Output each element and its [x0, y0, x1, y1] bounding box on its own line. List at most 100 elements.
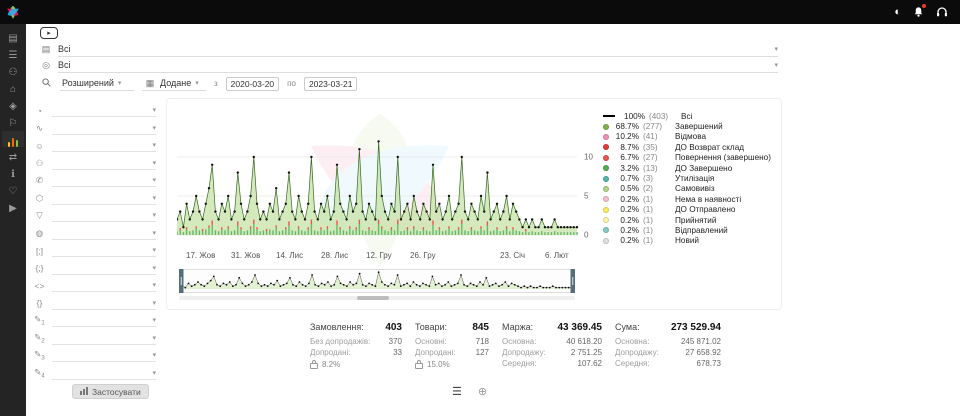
search-mode-select[interactable]: Розширений ▾	[60, 76, 134, 91]
nav-rail: ▤☰⚇⌂◈⚐ ⇄ℹ♡▶	[0, 24, 26, 416]
theme-toggle-icon[interactable]: ◐	[894, 7, 901, 18]
filter-select-geo[interactable]: ▾	[52, 227, 156, 240]
target-icon: ◎	[40, 60, 52, 71]
apply-button-label: Застосувати	[92, 387, 141, 397]
nav-statistics[interactable]	[2, 131, 24, 147]
nav-integrations[interactable]: ⇄	[2, 148, 24, 164]
chevron-down-icon: ▾	[152, 369, 156, 377]
pencil-4-icon: ✎4	[32, 367, 47, 380]
filter-select-phone[interactable]: ▾	[52, 174, 156, 187]
legend-item[interactable]: 0.5%(2)Самовивіз	[603, 184, 779, 194]
filter-select-code-c[interactable]: ▾	[52, 279, 156, 292]
package-icon: ⬡	[32, 193, 47, 204]
legend-swatch	[603, 165, 609, 171]
filter-bar: ▸ ▤ Всі ▾ ◎ Всі ▾ Розширений ▾ ▦ Додане …	[26, 24, 960, 98]
filter-select-manager[interactable]: ▾	[52, 139, 156, 152]
chevron-down-icon: ▾	[152, 281, 156, 289]
stat-row: Середня:678.73	[615, 358, 721, 369]
nav-marketing[interactable]: ⚐	[2, 114, 24, 130]
stat-row: Основна:245 871.02	[615, 336, 721, 347]
filter-select-note-4[interactable]: ▾	[52, 367, 156, 380]
legend-item[interactable]: 6.7%(27)Повернення (завершено)	[603, 153, 779, 163]
filter-select-note-2[interactable]: ▾	[52, 332, 156, 345]
stat-row: Основні:718	[415, 336, 489, 347]
status-filter-select[interactable]: Всі ▾	[58, 42, 778, 57]
legend-item[interactable]: 10.2%(41)Відмова	[603, 132, 779, 142]
legend-item[interactable]: 100%(403)Всі	[603, 111, 779, 121]
legend-swatch	[603, 207, 609, 213]
date-to-input[interactable]: 2023-03-21	[304, 77, 357, 91]
chart-scrollbar[interactable]	[179, 296, 575, 300]
list-view-icon[interactable]: ☰	[452, 385, 462, 398]
globe-icon[interactable]: ⊕	[478, 385, 487, 398]
legend-percent: 0.2%	[613, 216, 639, 225]
legend-item[interactable]: 0.2% (1) ДО Отправлено	[603, 205, 779, 215]
filter-select-note-3[interactable]: ▾	[52, 349, 156, 362]
app-logo[interactable]	[0, 0, 26, 24]
nav-dashboard[interactable]: ▤	[2, 29, 24, 45]
legend-item[interactable]: 0.2%(1)Нема в наявності	[603, 194, 779, 204]
legend-swatch	[603, 134, 609, 140]
topbar-actions: ◐	[894, 6, 960, 18]
chart-scrollbar-thumb[interactable]	[357, 296, 389, 300]
notifications-bell-icon[interactable]	[913, 6, 924, 18]
legend-swatch	[603, 124, 609, 130]
chart-legend: 100%(403)Всі68.7%(277)Завершений10.2%(41…	[603, 111, 779, 246]
legend-item[interactable]: 0.7%(3)Утилізація	[603, 173, 779, 183]
legend-item[interactable]: 0.2%(1)Прийнятий	[603, 215, 779, 225]
filter-select-code-b[interactable]: ▾	[52, 262, 156, 275]
filter-select-dynamics[interactable]: ▾	[52, 122, 156, 135]
chart-range-navigator[interactable]	[179, 269, 575, 293]
stat-row: Допродажу:2 751.25	[502, 347, 602, 358]
nav-products[interactable]: ◈	[2, 97, 24, 113]
stat-header: Маржа:43 369.45	[502, 322, 602, 333]
stat-row: Основна:40 618.20	[502, 336, 602, 347]
legend-label: Повернення (завершено)	[675, 153, 771, 162]
nav-info[interactable]: ℹ	[2, 165, 24, 181]
legend-item[interactable]: 3.2%(13)ДО Завершено	[603, 163, 779, 173]
legend-label: ДО Возврат склад	[675, 143, 744, 152]
chevron-down-icon: ▾	[152, 141, 156, 149]
date-field-select[interactable]: ▦ Додане ▾	[142, 76, 206, 91]
legend-item[interactable]: 68.7%(277)Завершений	[603, 121, 779, 131]
filter-select-note-1[interactable]: ▾	[52, 314, 156, 327]
legend-percent: 0.2%	[613, 205, 639, 214]
legend-count: (1)	[643, 195, 671, 204]
search-icon[interactable]	[40, 78, 52, 89]
headset-support-icon[interactable]	[936, 7, 948, 18]
calendar-icon: ▦	[144, 78, 156, 89]
nav-store[interactable]: ⌂	[2, 80, 24, 96]
legend-percent: 0.2%	[613, 236, 639, 245]
nav-orders[interactable]: ☰	[2, 46, 24, 62]
source-filter-select[interactable]: Всі ▾	[58, 58, 778, 73]
sidebar-filter-package: ⬡▾	[32, 190, 156, 208]
filter-select-clients[interactable]: ▾	[52, 157, 156, 170]
bag-icon	[310, 360, 318, 369]
legend-item[interactable]: 8.7%(35)ДО Возврат склад	[603, 142, 779, 152]
sidebar-filter-note-4: ✎4 ▾	[32, 365, 156, 383]
legend-label: Відправлений	[675, 226, 728, 235]
filter-select-package[interactable]: ▾	[52, 192, 156, 205]
filter-select-funnel[interactable]: ▾	[52, 209, 156, 222]
legend-percent: 0.5%	[613, 184, 639, 193]
summary-stats: Замовлення:403Без допродажів:370Допродан…	[310, 322, 721, 369]
stat-row: Середня:107.62	[502, 358, 602, 369]
stat-row: Допродажу:27 658.92	[615, 347, 721, 358]
filter-select-code-a[interactable]: ▾	[52, 244, 156, 257]
tour-video-button[interactable]: ▸	[40, 27, 58, 39]
legend-label: ДО Отправлено	[675, 205, 735, 214]
chevron-down-icon: ▾	[152, 106, 156, 114]
apply-button[interactable]: Застосувати	[72, 384, 149, 399]
nav-clients[interactable]: ⚇	[2, 63, 24, 79]
legend-swatch	[603, 217, 609, 223]
filter-select-code-d[interactable]: ▾	[52, 297, 156, 310]
legend-label: Утилізація	[675, 174, 714, 183]
date-from-input[interactable]: 2020-03-20	[226, 77, 279, 91]
legend-item[interactable]: 0.2%(1)Новий	[603, 236, 779, 246]
nav-support[interactable]: ♡	[2, 182, 24, 198]
filter-select-pie[interactable]: ▾	[52, 104, 156, 117]
nav-video[interactable]: ▶	[2, 199, 24, 215]
legend-item[interactable]: 0.2%(1)Відправлений	[603, 225, 779, 235]
orders-timeline-chart[interactable]: 0510	[177, 109, 601, 249]
legend-count: (1)	[643, 205, 671, 214]
